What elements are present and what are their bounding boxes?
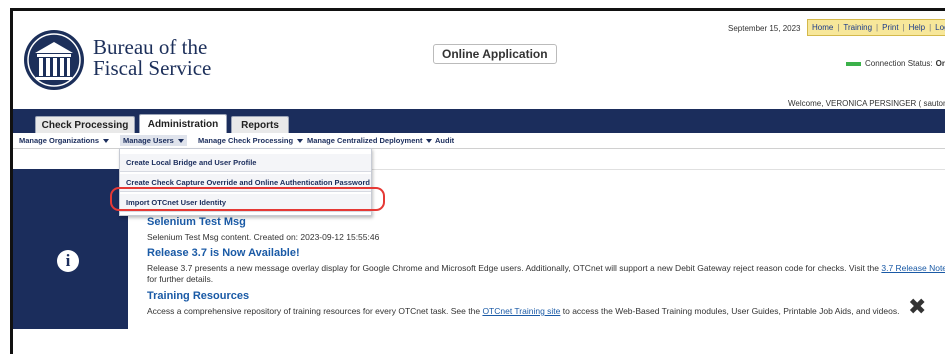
tab-label: Reports — [241, 119, 279, 131]
menu-manage-users[interactable]: Manage Users — [120, 135, 187, 146]
training-link[interactable]: Training — [843, 23, 872, 32]
current-date: September 15, 2023 — [728, 24, 801, 33]
help-link[interactable]: Help — [909, 23, 925, 32]
message-title: Training Resources — [147, 290, 250, 302]
home-link[interactable]: Home — [812, 23, 833, 32]
menu-label: Manage Centralized Deployment — [307, 136, 423, 145]
chevron-down-icon — [426, 139, 433, 144]
highlight-annotation — [110, 187, 385, 211]
menu-label: Manage Users — [123, 136, 174, 145]
message-body: Release 3.7 presents a new message overl… — [147, 263, 945, 285]
connection-label: Connection Status: — [865, 59, 933, 68]
tab-label: Check Processing — [41, 119, 129, 131]
separator: | — [902, 23, 905, 32]
chevron-down-icon — [297, 139, 304, 144]
close-icon[interactable]: ✖ — [908, 295, 926, 320]
menu-item-label: Create Check Capture Override and Online… — [126, 178, 370, 187]
menu-label: Manage Organizations — [19, 136, 100, 145]
message-body: Access a comprehensive repository of tra… — [147, 306, 917, 317]
logout-link[interactable]: Log — [935, 23, 945, 32]
message-text: to access the Web-Based Training modules… — [560, 306, 900, 316]
tab-administration[interactable]: Administration — [139, 114, 227, 133]
connection-value: Online — [935, 59, 945, 68]
sub-navigation: Manage Organizations Manage Users Manage… — [13, 133, 945, 149]
app-title: Online Application — [433, 44, 557, 64]
tab-check-processing[interactable]: Check Processing — [35, 116, 135, 133]
training-site-link[interactable]: OTCnet Training site — [482, 306, 560, 316]
separator: | — [876, 23, 879, 32]
message-text: Access a comprehensive repository of tra… — [147, 306, 483, 316]
agency-name-line2: Fiscal Service — [93, 56, 212, 80]
menu-manage-check-processing[interactable]: Manage Check Processing — [198, 136, 304, 145]
separator: | — [837, 23, 840, 32]
separator: | — [929, 23, 932, 32]
tab-reports[interactable]: Reports — [231, 116, 289, 133]
menu-audit[interactable]: Audit — [435, 136, 454, 145]
welcome-message: Welcome, VERONICA PERSINGER ( sautom — [788, 99, 945, 108]
message-text: Release 3.7 presents a new message overl… — [147, 263, 882, 273]
message-text: for further details. — [147, 274, 214, 284]
tab-label: Administration — [147, 118, 219, 130]
connection-status: Connection Status: Online — [846, 59, 945, 68]
agency-name-line1: Bureau of the — [93, 35, 208, 59]
menu-label: Audit — [435, 136, 455, 145]
main-tab-bar: Check Processing Administration Reports — [13, 109, 945, 133]
message-body: Selenium Test Msg content. Created on: 2… — [147, 232, 380, 242]
agency-name: Bureau of the Fiscal Service — [93, 37, 211, 79]
chevron-down-icon — [103, 139, 110, 144]
connection-indicator-icon — [846, 61, 861, 66]
message-title: Release 3.7 is Now Available! — [147, 247, 300, 259]
menu-item-create-local-bridge[interactable]: Create Local Bridge and User Profile — [120, 154, 371, 172]
menu-item-label: Create Local Bridge and User Profile — [126, 158, 257, 167]
app-window: Bureau of the Fiscal Service Online Appl… — [10, 8, 945, 354]
print-link[interactable]: Print — [882, 23, 898, 32]
info-icon: i — [57, 250, 79, 272]
menu-manage-centralized-deployment[interactable]: Manage Centralized Deployment — [307, 136, 433, 145]
agency-logo[interactable]: Bureau of the Fiscal Service — [23, 29, 223, 91]
menu-manage-organizations[interactable]: Manage Organizations — [19, 136, 110, 145]
treasury-seal-icon — [24, 30, 84, 90]
top-links-bar: Home | Training | Print | Help | Log — [807, 19, 945, 36]
chevron-down-icon — [177, 139, 184, 144]
release-notes-link[interactable]: 3.7 Release Notes — [881, 263, 945, 273]
menu-label: Manage Check Processing — [198, 136, 294, 145]
message-title: Selenium Test Msg — [147, 216, 246, 228]
